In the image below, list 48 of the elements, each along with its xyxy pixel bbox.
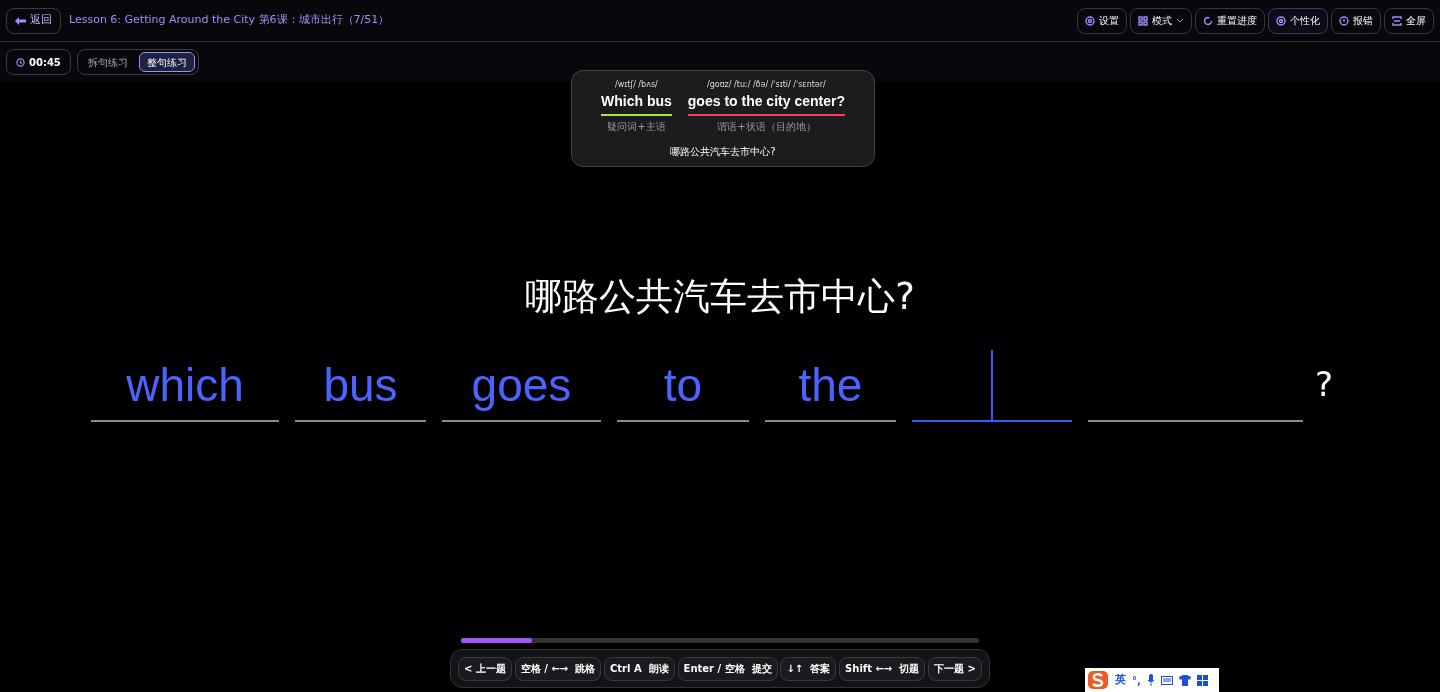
shortcut-button[interactable]: 下一题 > [928, 656, 982, 681]
chunk-label: 疑问词+主语 [607, 120, 666, 134]
translation-text: 哪路公共汽车去市中心? [670, 145, 776, 159]
text-cursor [990, 350, 993, 420]
answer-slot[interactable]: the [764, 350, 896, 422]
phonetic-text: /wɪtʃ/ /bʌs/ [615, 79, 658, 91]
phonetic-text: /ɡoʊz/ /tuː/ /ðə/ /ˈsɪti/ /ˈsɛntər/ [707, 79, 826, 91]
expand-icon [1392, 15, 1402, 26]
shirt-icon[interactable] [1178, 674, 1191, 686]
mode-tab[interactable]: 拆句练习 [80, 52, 135, 72]
clock-icon [16, 57, 25, 67]
answer-slot[interactable]: goes [441, 350, 601, 422]
grid-icon [1138, 15, 1148, 26]
timer: 00:45 [6, 49, 71, 75]
ime-punctuation[interactable]: °, [1132, 672, 1141, 688]
grid-icon[interactable] [1196, 674, 1208, 686]
settings-icon [1276, 15, 1286, 26]
shortcut-button[interactable]: 空格 / ←→ 跳格 [514, 656, 602, 681]
shortcut-button[interactable]: < 上一题 [458, 656, 512, 681]
reset-icon [1203, 15, 1213, 26]
prompt-text: 哪路公共汽车去市中心? [525, 274, 915, 320]
lesson-title: Lesson 6: Getting Around the City 第6课：城市出行（7/51） [69, 12, 390, 29]
toolbar-button[interactable]: 重置进度 [1195, 7, 1265, 34]
shortcut-button[interactable]: Enter / 空格 提交 [677, 656, 778, 681]
mode-tab[interactable]: 整句练习 [138, 52, 195, 72]
shortcut-button[interactable]: Ctrl A 朗读 [604, 656, 675, 681]
microphone-icon[interactable] [1146, 674, 1155, 686]
answer-slot[interactable] [911, 350, 1072, 422]
toolbar-button[interactable]: 全屏 [1384, 7, 1434, 34]
shortcut-button[interactable]: ↓↑ 答案 [780, 656, 837, 681]
answer-slot[interactable]: to [616, 350, 749, 422]
ime-language[interactable]: 英 [1115, 671, 1126, 689]
chunk-text: goes to the city center? [687, 92, 845, 111]
toolbar-button[interactable]: 报错 [1331, 7, 1381, 34]
shortcut-button[interactable]: Shift ←→ 切题 [839, 656, 926, 681]
toolbar-button[interactable]: 个性化 [1268, 7, 1328, 34]
toolbar-button[interactable]: 设置 [1077, 7, 1127, 34]
answer-slot[interactable]: bus [294, 350, 426, 422]
chunk-label: 谓语+状语（目的地） [717, 120, 816, 134]
settings-icon [1085, 15, 1095, 26]
end-mark: ? [1314, 363, 1333, 406]
toolbar-button[interactable]: 模式 [1130, 7, 1192, 34]
back-arrow-icon [15, 16, 26, 25]
alert-icon [1339, 15, 1349, 26]
chunk-text: Which bus [601, 92, 672, 111]
back-button[interactable]: 返回 [6, 7, 61, 34]
keyboard-icon[interactable] [1160, 675, 1173, 685]
answer-slot[interactable]: which [90, 350, 279, 422]
